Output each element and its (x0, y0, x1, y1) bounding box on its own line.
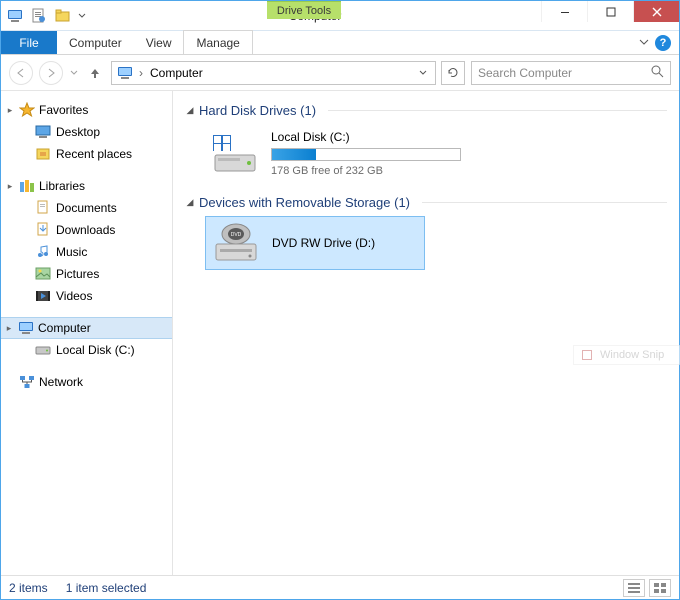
collapse-arrow-icon[interactable]: ◢ (185, 197, 195, 208)
drive-item-local-disk[interactable]: Local Disk (C:) 178 GB free of 232 GB (205, 124, 425, 183)
expand-arrow-icon[interactable]: ▸ (5, 181, 15, 192)
section-divider (328, 110, 667, 111)
address-bar[interactable]: › Computer (111, 61, 436, 85)
dvd-drive-icon: DVD (212, 223, 260, 263)
title-bar: Drive Tools Computer (1, 1, 679, 31)
svg-text:DVD: DVD (231, 232, 242, 238)
sidebar-label: Computer (38, 321, 91, 335)
status-selection-count: 1 item selected (66, 581, 147, 595)
sidebar-item-label: Downloads (56, 223, 115, 237)
recent-places-icon (35, 146, 51, 162)
view-details-button[interactable] (623, 579, 645, 597)
pictures-icon (35, 266, 51, 282)
sidebar-header-libraries[interactable]: ▸ Libraries (1, 175, 172, 197)
device-name: DVD RW Drive (D:) (272, 236, 375, 250)
sidebar-label: Favorites (39, 103, 88, 117)
drive-free-text: 178 GB free of 232 GB (271, 165, 461, 177)
favorites-star-icon (19, 102, 35, 118)
sidebar-item-downloads[interactable]: Downloads (1, 219, 172, 241)
expand-arrow-icon[interactable]: ▸ (5, 105, 15, 116)
section-count: 1 (304, 103, 311, 118)
sidebar-item-label: Music (56, 245, 87, 259)
desktop-icon (35, 124, 51, 140)
sidebar-item-label: Desktop (56, 125, 100, 139)
videos-icon (35, 288, 51, 304)
forward-button[interactable] (39, 61, 63, 85)
section-header-hdd[interactable]: ◢ Hard Disk Drives (1) (185, 103, 667, 118)
status-item-count: 2 items (9, 581, 48, 595)
sidebar-item-local-disk[interactable]: Local Disk (C:) (1, 339, 172, 361)
drive-name: Local Disk (C:) (271, 130, 461, 144)
section-count: 1 (398, 195, 405, 210)
maximize-button[interactable] (587, 1, 633, 22)
drive-usage-bar (271, 148, 461, 161)
computer-icon (18, 320, 34, 336)
contextual-tab-drive-tools: Drive Tools (267, 1, 341, 19)
section-title: Hard Disk Drives (199, 103, 297, 118)
sidebar-item-label: Local Disk (C:) (56, 343, 135, 357)
search-box[interactable]: Search Computer (471, 61, 671, 85)
refresh-button[interactable] (441, 61, 465, 85)
breadcrumb-location[interactable]: Computer (146, 66, 203, 80)
qat-customize-icon[interactable] (75, 12, 89, 20)
sidebar-item-label: Documents (56, 201, 117, 215)
tab-computer[interactable]: Computer (57, 31, 134, 54)
address-icon-computer (114, 65, 136, 81)
device-item-dvd-drive[interactable]: DVD DVD RW Drive (D:) (205, 216, 425, 270)
sidebar-label: Network (39, 375, 83, 389)
section-divider (422, 202, 667, 203)
sidebar-item-documents[interactable]: Documents (1, 197, 172, 219)
hdd-large-icon (211, 134, 259, 174)
ribbon-chevron-down-icon[interactable] (639, 36, 649, 50)
downloads-icon (35, 222, 51, 238)
sidebar-header-network[interactable]: ▸ Network (1, 371, 172, 393)
status-bar: 2 items 1 item selected (1, 575, 679, 599)
sidebar-label: Libraries (39, 179, 85, 193)
file-menu[interactable]: File (1, 31, 57, 54)
section-title: Devices with Removable Storage (199, 195, 390, 210)
sidebar-item-label: Recent places (56, 147, 132, 161)
network-icon (19, 374, 35, 390)
documents-icon (35, 200, 51, 216)
hdd-icon (35, 342, 51, 358)
content-pane: ◢ Hard Disk Drives (1) Local Di (173, 91, 679, 575)
qat-properties-icon[interactable] (27, 5, 51, 27)
collapse-arrow-icon[interactable]: ◢ (185, 105, 195, 116)
drive-usage-fill (272, 149, 316, 160)
tab-manage[interactable]: Manage (183, 30, 252, 54)
sidebar-item-videos[interactable]: Videos (1, 285, 172, 307)
explorer-window: Drive Tools Computer File Computer View … (0, 0, 680, 600)
address-bar-row: › Computer Search Computer (1, 55, 679, 91)
tab-view[interactable]: View (134, 31, 184, 54)
breadcrumb-chevron-icon[interactable]: › (136, 66, 146, 80)
libraries-icon (19, 178, 35, 194)
sidebar-item-desktop[interactable]: Desktop (1, 121, 172, 143)
quick-access-toolbar (1, 1, 89, 30)
sidebar-item-label: Pictures (56, 267, 99, 281)
qat-new-folder-icon[interactable] (51, 5, 75, 27)
ribbon-tabs: File Computer View Manage ? (1, 31, 679, 55)
section-header-removable[interactable]: ◢ Devices with Removable Storage (1) (185, 195, 667, 210)
recent-locations-icon[interactable] (69, 61, 79, 85)
expand-arrow-icon[interactable]: ▸ (4, 323, 14, 334)
search-placeholder: Search Computer (478, 66, 650, 80)
music-icon (35, 244, 51, 260)
address-dropdown-icon[interactable] (413, 69, 433, 77)
sidebar-item-label: Videos (56, 289, 92, 303)
qat-computer-icon[interactable] (3, 5, 27, 27)
help-button[interactable]: ? (655, 35, 671, 51)
back-button[interactable] (9, 61, 33, 85)
close-button[interactable] (633, 1, 679, 22)
ghost-window-snip: Window Snip (573, 345, 680, 365)
sidebar-item-recent-places[interactable]: Recent places (1, 143, 172, 165)
search-icon (650, 64, 664, 81)
sidebar-item-music[interactable]: Music (1, 241, 172, 263)
up-button[interactable] (85, 63, 105, 83)
navigation-pane: ▸ Favorites Desktop Recent places ▸ L (1, 91, 173, 575)
minimize-button[interactable] (541, 1, 587, 22)
sidebar-header-computer[interactable]: ▸ Computer (1, 317, 172, 339)
view-large-icons-button[interactable] (649, 579, 671, 597)
sidebar-item-pictures[interactable]: Pictures (1, 263, 172, 285)
sidebar-header-favorites[interactable]: ▸ Favorites (1, 99, 172, 121)
